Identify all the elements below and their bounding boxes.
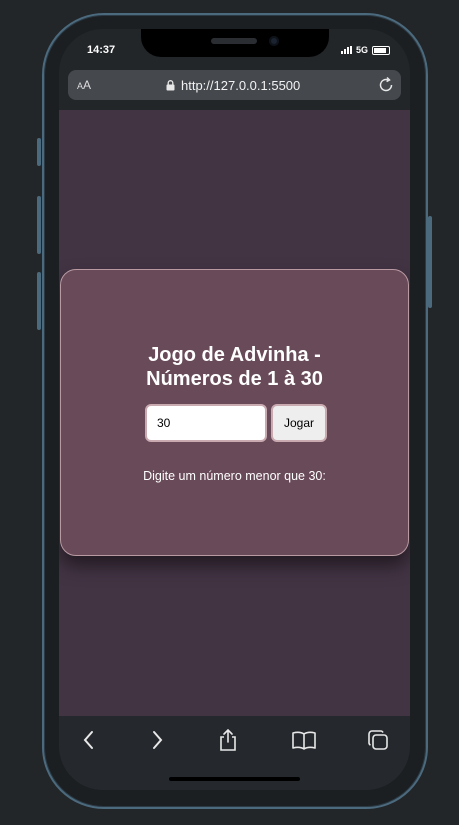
signal-icon (340, 46, 352, 54)
forward-icon[interactable] (144, 727, 170, 753)
back-icon[interactable] (76, 727, 102, 753)
url-display[interactable]: http://127.0.0.1:5500 (166, 78, 300, 93)
home-indicator[interactable] (169, 777, 300, 781)
tabs-icon[interactable] (365, 727, 391, 753)
url-text: http://127.0.0.1:5500 (181, 77, 301, 93)
front-camera (269, 36, 279, 46)
volume-down-button (37, 272, 41, 330)
guess-input[interactable] (145, 404, 267, 442)
web-content: Jogo de Advinha - Números de 1 à 30 Joga… (59, 110, 410, 716)
status-indicators: 5G (340, 45, 390, 55)
volume-up-button (37, 196, 41, 254)
notch (141, 29, 329, 57)
status-time: 14:37 (87, 44, 116, 56)
mute-switch (37, 138, 41, 166)
phone-screen: 14:37 5G AA http://127.0.0.1:5500 Jogo d… (59, 29, 410, 790)
battery-icon (372, 45, 390, 55)
speaker (211, 38, 257, 44)
lock-icon (166, 79, 175, 90)
reload-icon[interactable] (377, 76, 395, 94)
text-size-button[interactable]: AA (77, 78, 91, 92)
network-type: 5G (355, 45, 368, 55)
share-icon[interactable] (215, 727, 241, 753)
browser-toolbar (59, 716, 410, 790)
play-button[interactable]: Jogar (271, 404, 327, 442)
bookmarks-icon[interactable] (291, 727, 317, 753)
power-button (428, 216, 432, 308)
address-bar[interactable]: AA http://127.0.0.1:5500 (68, 70, 401, 100)
hint-text: Digite um número menor que 30: (143, 469, 326, 483)
game-card: Jogo de Advinha - Números de 1 à 30 Joga… (60, 269, 409, 556)
game-title: Jogo de Advinha - Números de 1 à 30 (146, 344, 323, 390)
